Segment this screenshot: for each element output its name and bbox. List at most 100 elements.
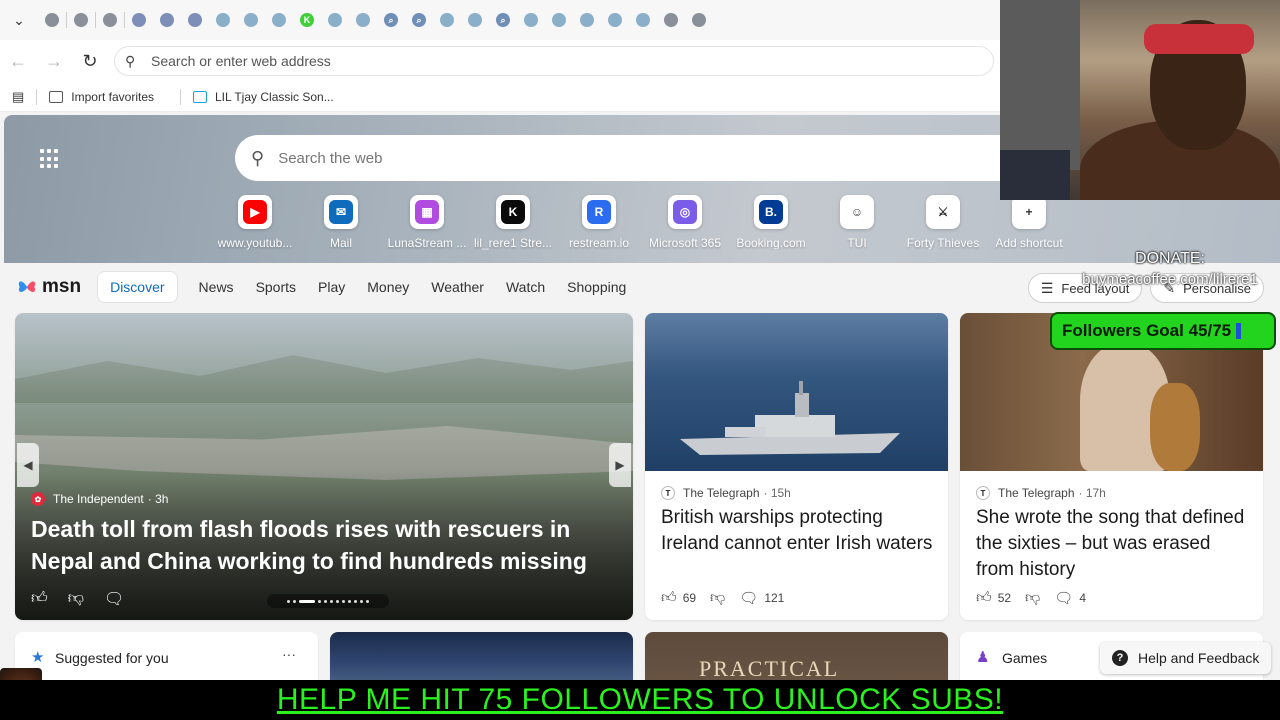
shortcut-tile[interactable]: B. Booking.com bbox=[728, 195, 814, 250]
browser-tab[interactable] bbox=[545, 0, 573, 40]
shortcut-tile[interactable]: ☺ TUI bbox=[814, 195, 900, 250]
address-bar[interactable]: ⚲ Search or enter web address bbox=[114, 46, 994, 76]
browser-tab[interactable] bbox=[153, 0, 181, 40]
dislike-icon[interactable]: 👎︎ bbox=[68, 589, 84, 609]
tab-watch[interactable]: Watch bbox=[495, 273, 556, 301]
browser-tab[interactable] bbox=[601, 0, 629, 40]
more-options-button[interactable]: ··· bbox=[282, 646, 296, 662]
carousel-dot[interactable] bbox=[366, 599, 369, 603]
browser-tab[interactable] bbox=[38, 0, 66, 40]
web-search-box[interactable]: ⚲ Search the web bbox=[235, 135, 1015, 181]
like-button[interactable]: 👍︎ 52 bbox=[976, 589, 1011, 607]
carousel-dot[interactable] bbox=[354, 599, 357, 603]
carousel-dot[interactable] bbox=[299, 599, 315, 603]
shortcut-label: TUI bbox=[847, 236, 867, 250]
tab-discover[interactable]: Discover bbox=[97, 271, 178, 303]
story-card[interactable]: T The Telegraph · 15h British warships p… bbox=[645, 313, 948, 620]
browser-tab[interactable]: ⌕ bbox=[489, 0, 517, 40]
browser-tab[interactable]: ⌕ bbox=[377, 0, 405, 40]
shortcut-tile[interactable]: ◎ Microsoft 365 bbox=[642, 195, 728, 250]
app-icon bbox=[244, 13, 258, 27]
dislike-button[interactable]: 👎︎ bbox=[710, 589, 725, 607]
browser-tab[interactable] bbox=[209, 0, 237, 40]
story-title[interactable]: Death toll from flash floods rises with … bbox=[31, 513, 621, 577]
tab-actions-chevron-icon[interactable]: ⌄ bbox=[0, 0, 38, 40]
browser-tab[interactable] bbox=[125, 0, 153, 40]
shortcut-tile[interactable]: ▦ LunaStream ... bbox=[384, 195, 470, 250]
carousel-prev-button[interactable]: ◀ bbox=[17, 443, 39, 487]
import-favorites-link[interactable]: Import favorites bbox=[49, 90, 154, 104]
browser-tab[interactable] bbox=[181, 0, 209, 40]
help-feedback-button[interactable]: ? Help and Feedback bbox=[1100, 642, 1272, 674]
browser-tab[interactable] bbox=[685, 0, 713, 40]
favorites-bar: ▤ Import favorites LIL Tjay Classic Son.… bbox=[0, 82, 1000, 112]
refresh-button[interactable]: ↻ bbox=[72, 43, 108, 79]
shortcut-label: LunaStream ... bbox=[387, 236, 467, 250]
shortcut-label: Mail bbox=[329, 236, 352, 250]
msn-logo[interactable]: msn bbox=[16, 276, 81, 298]
browser-tab[interactable] bbox=[573, 0, 601, 40]
browser-tab[interactable] bbox=[349, 0, 377, 40]
back-button[interactable]: ← bbox=[0, 43, 36, 79]
story-title[interactable]: British warships protecting Ireland cann… bbox=[661, 505, 933, 557]
carousel-next-button[interactable]: ▶ bbox=[609, 443, 631, 487]
carousel-dot[interactable] bbox=[330, 599, 333, 603]
comment-icon[interactable]: 🗨︎ bbox=[104, 589, 124, 609]
tab-weather[interactable]: Weather bbox=[420, 273, 495, 301]
browser-tab[interactable] bbox=[237, 0, 265, 40]
shortcut-tile[interactable]: ▶ www.youtub... bbox=[212, 195, 298, 250]
tab-play[interactable]: Play bbox=[307, 273, 356, 301]
like-button[interactable]: 👍︎ 69 bbox=[661, 589, 696, 607]
main-story-card[interactable]: ◀ ▶ ✿ The Independent · 3h Death toll fr… bbox=[15, 313, 633, 620]
carousel-dot[interactable] bbox=[324, 599, 327, 603]
browser-tab[interactable] bbox=[461, 0, 489, 40]
shortcut-tile[interactable]: ⚔ Forty Thieves bbox=[900, 195, 986, 250]
add-shortcut-button[interactable]: + Add shortcut bbox=[986, 195, 1072, 250]
collections-icon[interactable]: ▤ bbox=[12, 89, 24, 105]
shortcut-tile[interactable]: Klil_rere1 Stre... bbox=[470, 195, 556, 250]
carousel-dot[interactable] bbox=[293, 599, 296, 603]
carousel-dot[interactable] bbox=[336, 599, 339, 603]
story-source-name: The Telegraph bbox=[683, 486, 760, 500]
story-source: T The Telegraph · 15h bbox=[661, 486, 791, 500]
story-age: · 17h bbox=[1078, 486, 1106, 500]
browser-tab[interactable] bbox=[629, 0, 657, 40]
msn-logo-text: msn bbox=[42, 276, 82, 297]
carousel-dot[interactable] bbox=[342, 599, 345, 603]
browser-tab[interactable] bbox=[433, 0, 461, 40]
browser-tab[interactable]: ⌕ bbox=[405, 0, 433, 40]
browser-tab[interactable] bbox=[96, 0, 124, 40]
browser-tab[interactable] bbox=[657, 0, 685, 40]
shortcut-icon: ✉ bbox=[324, 195, 358, 229]
browser-tab[interactable] bbox=[517, 0, 545, 40]
tab-sports[interactable]: Sports bbox=[245, 273, 307, 301]
tab-shopping[interactable]: Shopping bbox=[556, 273, 637, 301]
tab-money[interactable]: Money bbox=[356, 273, 420, 301]
like-icon[interactable]: 👍︎ bbox=[31, 589, 48, 609]
comment-button[interactable]: 🗨︎ 121 bbox=[739, 589, 784, 607]
app-icon bbox=[552, 13, 566, 27]
shortcut-logo-icon: ▶ bbox=[243, 200, 267, 224]
dislike-button[interactable]: 👎︎ bbox=[1025, 589, 1040, 607]
favorite-item[interactable]: LIL Tjay Classic Son... bbox=[193, 90, 334, 104]
story-card[interactable]: T The Telegraph · 17h She wrote the song… bbox=[960, 313, 1263, 620]
shortcut-tile[interactable]: Rrestream.io bbox=[556, 195, 642, 250]
apps-launcher-icon[interactable] bbox=[40, 149, 60, 169]
carousel-dot[interactable] bbox=[360, 599, 363, 603]
tab-news[interactable]: News bbox=[188, 273, 245, 301]
story-title[interactable]: She wrote the song that defined the sixt… bbox=[976, 505, 1248, 583]
browser-tab[interactable] bbox=[321, 0, 349, 40]
shortcut-tile[interactable]: ✉ Mail bbox=[298, 195, 384, 250]
carousel-indicator[interactable] bbox=[267, 594, 389, 608]
carousel-dot[interactable] bbox=[348, 599, 351, 603]
carousel-dot[interactable] bbox=[287, 599, 290, 603]
forward-button[interactable]: → bbox=[36, 43, 72, 79]
carousel-dot[interactable] bbox=[318, 599, 321, 603]
browser-tab[interactable]: K bbox=[293, 0, 321, 40]
app-icon bbox=[468, 13, 482, 27]
shortcut-label: Forty Thieves bbox=[906, 236, 980, 250]
comment-button[interactable]: 🗨︎ 4 bbox=[1054, 589, 1086, 607]
webcam-bandana bbox=[1144, 24, 1254, 54]
browser-tab[interactable] bbox=[67, 0, 95, 40]
browser-tab[interactable] bbox=[265, 0, 293, 40]
